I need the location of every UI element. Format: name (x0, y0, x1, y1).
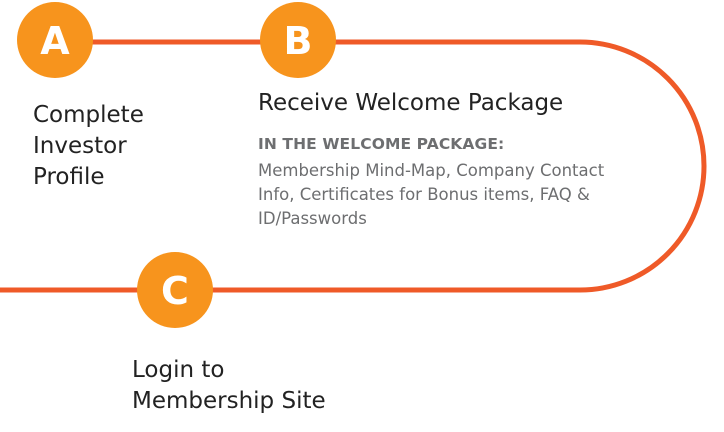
welcome-package-contents: Membership Mind-Map, Company Contact Inf… (258, 161, 605, 228)
welcome-package-heading: IN THE WELCOME PACKAGE: (258, 135, 505, 153)
step-c-label: Login to Membership Site (132, 357, 326, 414)
node-b-letter: B (284, 19, 313, 63)
node-c-letter: C (161, 269, 189, 313)
node-a-letter: A (40, 19, 70, 63)
step-a-label: Complete Investor Profile (33, 102, 144, 190)
step-b-label: Receive Welcome Package (258, 90, 564, 116)
node-a: A (17, 2, 93, 78)
node-c: C (137, 252, 213, 328)
node-b: B (260, 2, 336, 78)
